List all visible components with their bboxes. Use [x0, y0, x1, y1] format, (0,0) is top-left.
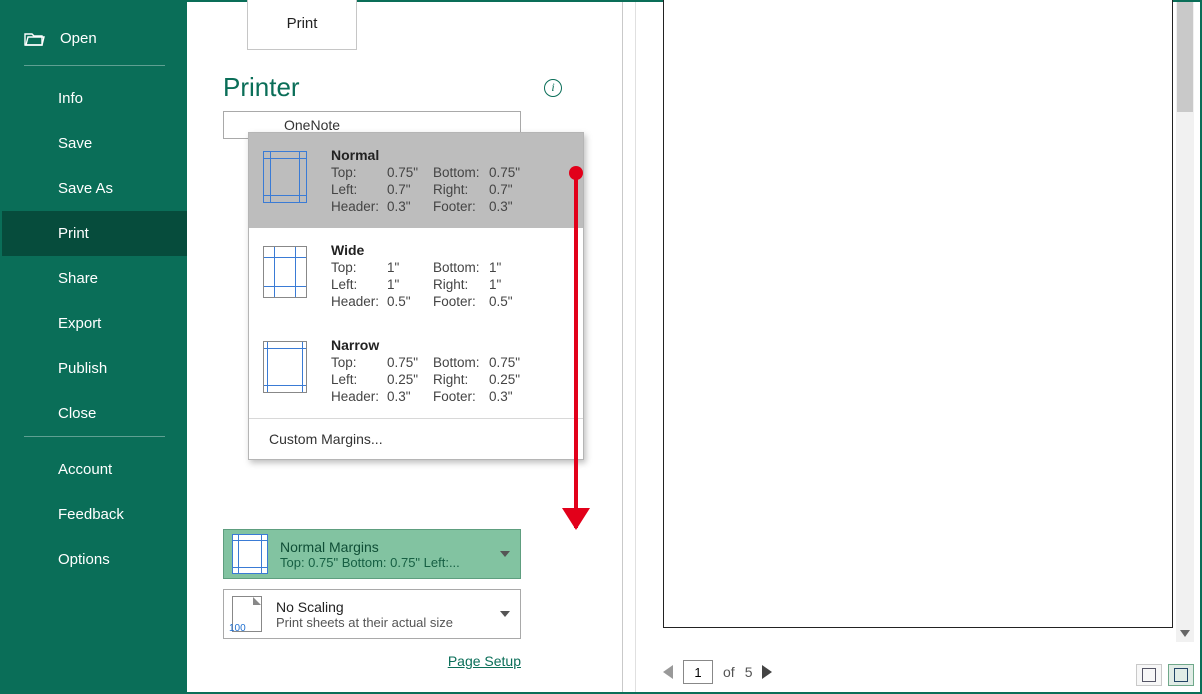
print-preview-pane: of 5	[622, 2, 1200, 692]
margin-preview-icon	[263, 151, 307, 203]
page-icon: 100	[232, 596, 262, 632]
page-total: 5	[745, 664, 753, 680]
printer-heading: Printer	[223, 72, 300, 103]
folder-open-icon	[24, 31, 46, 47]
backstage-sidebar: Open Info Save Save As Print Share Expor…	[2, 2, 187, 692]
custom-margins-label: Custom Margins...	[269, 431, 383, 447]
chevron-down-icon	[500, 611, 510, 617]
margin-preview-icon	[263, 246, 307, 298]
sidebar-divider	[24, 65, 165, 66]
show-margins-button[interactable]	[1136, 664, 1162, 686]
pane-divider	[635, 2, 636, 692]
margin-preview-icon	[232, 534, 268, 574]
preview-page	[663, 0, 1173, 628]
scale-badge: 100	[229, 623, 246, 634]
vertical-scrollbar[interactable]	[1176, 2, 1194, 642]
margins-dropdown-title: Normal Margins	[280, 539, 460, 555]
sidebar-item-close[interactable]: Close	[2, 391, 187, 436]
scaling-title: No Scaling	[276, 599, 453, 615]
sidebar-item-options[interactable]: Options	[2, 537, 187, 582]
printer-name: OneNote	[232, 117, 340, 133]
page-fit-icon	[1174, 668, 1188, 682]
margins-dropdown[interactable]: Normal Margins Top: 0.75" Bottom: 0.75" …	[223, 529, 521, 579]
printer-info-icon[interactable]: i	[544, 79, 562, 97]
print-button-label: Print	[287, 15, 318, 32]
sidebar-item-share[interactable]: Share	[2, 256, 187, 301]
sidebar-item-save[interactable]: Save	[2, 121, 187, 166]
sidebar-item-export[interactable]: Export	[2, 301, 187, 346]
chevron-down-icon	[500, 551, 510, 557]
sidebar-item-save-as[interactable]: Save As	[2, 166, 187, 211]
margin-option-wide[interactable]: Wide Top: 1" Bottom:1" Left: 1" Right: 1…	[249, 228, 583, 323]
sidebar-item-account[interactable]: Account	[2, 447, 187, 492]
page-of-label: of	[723, 664, 735, 680]
sidebar-item-print[interactable]: Print	[2, 211, 187, 256]
sidebar-open[interactable]: Open	[2, 20, 187, 65]
zoom-controls	[1136, 664, 1194, 686]
margin-title: Wide	[331, 242, 565, 258]
page-setup-link[interactable]: Page Setup	[448, 653, 521, 669]
zoom-to-page-button[interactable]	[1168, 664, 1194, 686]
sidebar-item-info[interactable]: Info	[2, 76, 187, 121]
margin-option-normal[interactable]: Normal Top: 0.75" Bottom:0.75" Left: 0.7…	[249, 133, 583, 228]
next-page-button[interactable]	[762, 665, 772, 679]
custom-margins-item[interactable]: Custom Margins...	[249, 418, 583, 459]
grid-icon	[1142, 668, 1156, 682]
page-number-input[interactable]	[683, 660, 713, 684]
sidebar-item-publish[interactable]: Publish	[2, 346, 187, 391]
sidebar-divider-2	[24, 436, 165, 437]
scrollbar-thumb[interactable]	[1177, 2, 1193, 112]
scaling-dropdown[interactable]: 100 No Scaling Print sheets at their act…	[223, 589, 521, 639]
margin-option-narrow[interactable]: Narrow Top: 0.75" Bottom:0.75" Left: 0.2…	[249, 323, 583, 418]
margin-preview-icon	[263, 341, 307, 393]
scroll-down-icon[interactable]	[1176, 624, 1194, 642]
page-navigator: of 5	[663, 660, 772, 684]
print-settings-pane: Print Printer i OneNote Normal Top: 0.75…	[187, 2, 622, 692]
sidebar-item-feedback[interactable]: Feedback	[2, 492, 187, 537]
margin-title: Normal	[331, 147, 565, 163]
margins-dropdown-detail: Top: 0.75" Bottom: 0.75" Left:...	[280, 555, 460, 570]
scaling-detail: Print sheets at their actual size	[276, 615, 453, 630]
prev-page-button[interactable]	[663, 665, 673, 679]
margin-title: Narrow	[331, 337, 565, 353]
annotation-arrow	[574, 168, 578, 528]
print-button[interactable]: Print	[247, 0, 357, 50]
margins-flyout: Normal Top: 0.75" Bottom:0.75" Left: 0.7…	[248, 132, 584, 460]
sidebar-open-label: Open	[60, 30, 97, 47]
